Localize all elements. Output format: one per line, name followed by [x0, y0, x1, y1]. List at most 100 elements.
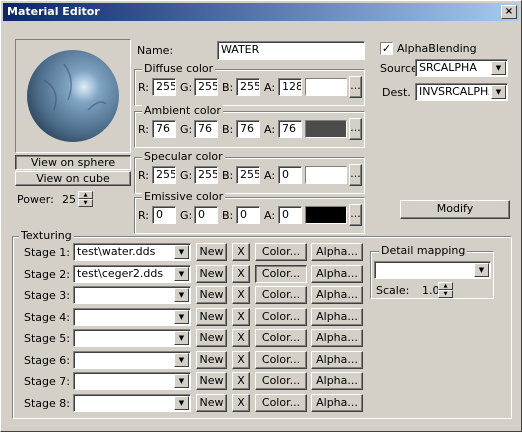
stage-color-button[interactable]: Color...	[255, 243, 307, 261]
stage-new-button[interactable]: New	[196, 350, 227, 369]
stage-new-button[interactable]: New	[196, 264, 227, 283]
chevron-down-icon[interactable]: ▼	[174, 352, 189, 367]
g-label: G:	[180, 123, 193, 136]
stage-color-button[interactable]: Color...	[255, 393, 307, 412]
a-input[interactable]: 0	[278, 206, 302, 224]
stage-remove-button[interactable]: X	[232, 264, 250, 283]
stage-new-button[interactable]: New	[196, 372, 227, 390]
b-input[interactable]: 255	[236, 78, 260, 96]
r-input[interactable]: 0	[152, 206, 176, 224]
color-picker-button[interactable]: ...	[349, 118, 362, 140]
color-swatch	[305, 120, 347, 138]
alpha-blending-label: AlphaBlending	[397, 42, 477, 55]
scale-spinner[interactable]: ▲ ▼	[438, 282, 453, 298]
b-input[interactable]: 76	[236, 120, 260, 138]
view-on-cube-button[interactable]: View on cube	[15, 171, 131, 186]
chevron-down-icon[interactable]: ▼	[491, 61, 506, 75]
source-select[interactable]: SRCALPHA ▼	[415, 59, 508, 77]
stage-new-button[interactable]: New	[196, 393, 227, 412]
close-icon[interactable]: ×	[501, 5, 517, 19]
chevron-down-icon[interactable]: ▼	[174, 395, 189, 410]
stage-alpha-button[interactable]: Alpha...	[311, 393, 363, 412]
stage-remove-button[interactable]: X	[232, 307, 250, 326]
stage-file-select[interactable]: ▼	[73, 372, 191, 390]
chevron-down-icon[interactable]: ▼	[174, 309, 189, 324]
stage-file-select[interactable]: test\ceger2.dds ▼	[73, 264, 191, 283]
stage-remove-button[interactable]: X	[232, 372, 250, 390]
color-picker-button[interactable]: ...	[349, 76, 362, 98]
g-input[interactable]: 0	[194, 206, 218, 224]
chevron-down-icon[interactable]: ▼	[174, 331, 189, 345]
stage-color-button[interactable]: Color...	[255, 372, 307, 390]
color-picker-button[interactable]: ...	[349, 204, 362, 226]
stage-alpha-button[interactable]: Alpha...	[311, 350, 363, 369]
color-swatch	[305, 206, 347, 224]
stage-alpha-button[interactable]: Alpha...	[311, 264, 363, 283]
spin-up-icon[interactable]: ▲	[78, 191, 93, 199]
power-spinner[interactable]: ▲ ▼	[78, 191, 93, 207]
stage-new-button[interactable]: New	[196, 243, 227, 261]
stage-new-button[interactable]: New	[196, 307, 227, 326]
stage-file-select[interactable]: ▼	[73, 286, 191, 304]
stage-label: Stage 8:	[24, 396, 70, 410]
stage-file-select[interactable]: ▼	[73, 350, 191, 369]
chevron-down-icon[interactable]: ▼	[174, 266, 189, 281]
stage-new-button[interactable]: New	[196, 286, 227, 304]
dest-select[interactable]: INVSRCALPHA ▼	[415, 83, 508, 101]
chevron-down-icon[interactable]: ▼	[174, 288, 189, 302]
stage-remove-button[interactable]: X	[232, 243, 250, 261]
stage-file-select[interactable]: ▼	[73, 307, 191, 326]
g-input[interactable]: 76	[194, 120, 218, 138]
detail-select[interactable]: ▼	[374, 261, 491, 279]
stage-alpha-button[interactable]: Alpha...	[311, 372, 363, 390]
stage-file-select[interactable]: test\water.dds ▼	[73, 243, 191, 261]
stage-remove-button[interactable]: X	[232, 350, 250, 369]
stage-label: Stage 7:	[24, 375, 70, 388]
stage-label: Stage 1:	[24, 246, 70, 259]
modify-button[interactable]: Modify	[400, 200, 510, 219]
stage-alpha-button[interactable]: Alpha...	[311, 329, 363, 347]
stage-color-button[interactable]: Color...	[255, 329, 307, 347]
b-label: B:	[222, 169, 234, 182]
name-input[interactable]: WATER	[217, 41, 365, 60]
stage-color-button[interactable]: Color...	[255, 350, 307, 369]
spin-down-icon[interactable]: ▼	[438, 290, 453, 298]
r-input[interactable]: 76	[152, 120, 176, 138]
a-label: A:	[264, 81, 276, 94]
chevron-down-icon[interactable]: ▼	[491, 85, 506, 99]
g-input[interactable]: 255	[194, 78, 218, 96]
b-input[interactable]: 0	[236, 206, 260, 224]
stage-color-button[interactable]: Color...	[255, 264, 307, 283]
stage-file-select[interactable]: ▼	[73, 393, 191, 412]
stage-alpha-button[interactable]: Alpha...	[311, 243, 363, 261]
chevron-down-icon[interactable]: ▼	[474, 263, 489, 277]
chevron-down-icon[interactable]: ▼	[174, 245, 189, 259]
view-on-sphere-button[interactable]: View on sphere	[15, 155, 131, 170]
stage-remove-button[interactable]: X	[232, 393, 250, 412]
color-swatch	[305, 78, 347, 96]
g-input[interactable]: 255	[194, 166, 218, 184]
stage-remove-button[interactable]: X	[232, 329, 250, 347]
stage-color-button[interactable]: Color...	[255, 286, 307, 304]
a-input[interactable]: 128	[278, 78, 302, 96]
stage-alpha-button[interactable]: Alpha...	[311, 286, 363, 304]
title-bar: Material Editor ×	[3, 3, 519, 21]
stage-color-button[interactable]: Color...	[255, 307, 307, 326]
stage-file-select[interactable]: ▼	[73, 329, 191, 347]
spin-down-icon[interactable]: ▼	[78, 199, 93, 207]
r-input[interactable]: 255	[152, 166, 176, 184]
stage-alpha-button[interactable]: Alpha...	[311, 307, 363, 326]
a-input[interactable]: 0	[278, 166, 302, 184]
r-input[interactable]: 255	[152, 78, 176, 96]
stage-remove-button[interactable]: X	[232, 286, 250, 304]
a-input[interactable]: 76	[278, 120, 302, 138]
color-group-title: Emissive color	[142, 190, 226, 203]
stage-file-value: test\ceger2.dds	[77, 266, 164, 280]
stage-new-button[interactable]: New	[196, 329, 227, 347]
color-picker-button[interactable]: ...	[349, 164, 362, 186]
chevron-down-icon[interactable]: ▼	[174, 374, 189, 388]
b-input[interactable]: 255	[236, 166, 260, 184]
spin-up-icon[interactable]: ▲	[438, 282, 453, 290]
sphere-preview-icon	[27, 50, 119, 142]
alpha-blending-checkbox[interactable]: ✓	[380, 42, 393, 55]
